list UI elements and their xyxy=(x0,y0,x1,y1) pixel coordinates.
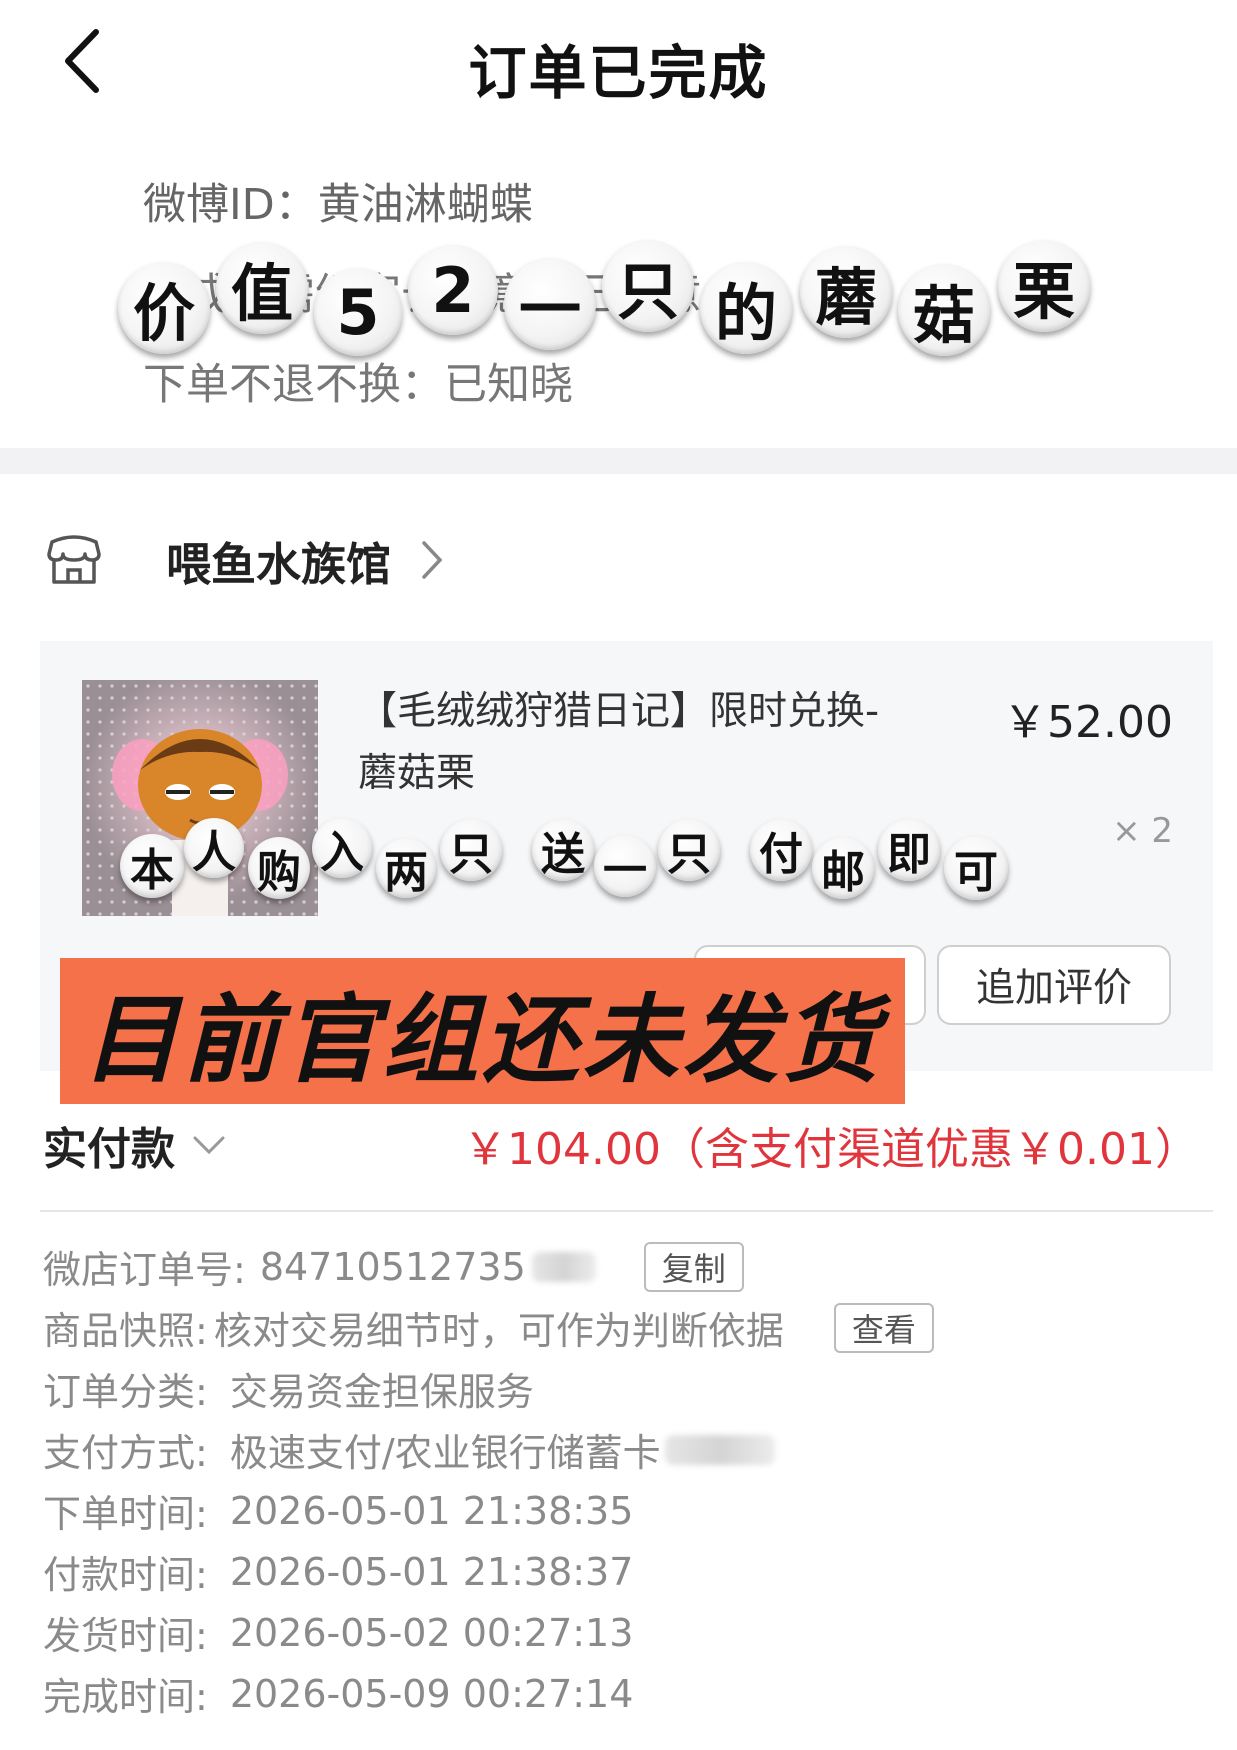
sticker-char: 5 xyxy=(314,268,402,356)
sticker-char: 值 xyxy=(216,242,308,334)
sticker-char: 本 xyxy=(120,834,184,898)
divider xyxy=(40,1210,1213,1212)
sticker-char: 两 xyxy=(376,838,436,898)
section-separator xyxy=(0,448,1237,474)
chevron-down-icon xyxy=(193,1136,225,1155)
category-label: 订单分类: xyxy=(43,1370,208,1414)
paid-amount-toggle[interactable]: 实付款 xyxy=(43,1113,227,1177)
paid-time-label: 付款时间: xyxy=(43,1553,208,1597)
paid-time-value: 2026-05-01 21:38:37 xyxy=(229,1549,634,1594)
store-icon xyxy=(47,535,101,584)
paid-time-row: 付款时间: 2026-05-01 21:38:37 xyxy=(43,1541,934,1602)
nav-bar: 订单已完成 xyxy=(0,0,1237,125)
sticker-char: 付 xyxy=(750,819,812,881)
sticker-char: 只 xyxy=(658,819,720,881)
sticker-char: 一 xyxy=(504,258,596,350)
snapshot-label: 商品快照: xyxy=(43,1309,208,1353)
order-number-label: 微店订单号: xyxy=(43,1248,246,1292)
sticker-char: 只 xyxy=(602,240,694,332)
view-snapshot-button[interactable]: 查看 xyxy=(833,1302,934,1353)
done-time-label: 完成时间: xyxy=(43,1675,208,1719)
order-time-row: 下单时间: 2026-05-01 21:38:35 xyxy=(43,1480,934,1541)
store-name[interactable]: 喂鱼水族馆 xyxy=(166,528,391,593)
sticker-char: 菇 xyxy=(898,264,990,356)
product-quantity: × 2 xyxy=(1112,811,1173,851)
sticker-char: 蘑 xyxy=(800,246,892,338)
sticker-caption-middle: 本人购入两只送一只付邮即可 xyxy=(120,818,1008,900)
order-time-value: 2026-05-01 21:38:35 xyxy=(229,1488,634,1533)
payment-method-value: 极速支付/农业银行储蓄卡 xyxy=(229,1431,661,1475)
page-title: 订单已完成 xyxy=(468,39,769,107)
sticker-caption-top: 价值52一只的蘑菇栗 xyxy=(118,240,1090,356)
sticker-char: 购 xyxy=(248,837,310,899)
sticker-char: 一 xyxy=(594,835,656,897)
category-value: 交易资金担保服务 xyxy=(229,1370,534,1414)
product-title[interactable]: 【毛绒绒狩猎日记】限时兑换-蘑菇栗 xyxy=(358,681,898,805)
shipping-status-banner: 目前官组还未发货 xyxy=(60,958,905,1104)
order-number-value: 84710512735 xyxy=(259,1244,526,1289)
snapshot-value: 核对交易细节时，可作为判断依据 xyxy=(213,1309,784,1353)
ship-time-label: 发货时间: xyxy=(43,1614,208,1658)
sticker-char: 栗 xyxy=(998,240,1090,332)
weibo-id: 微博ID：黄油淋蝴蝶 xyxy=(143,180,533,230)
sticker-char: 的 xyxy=(700,262,792,354)
sticker-char: 即 xyxy=(878,819,940,881)
payment-method-row: 支付方式: 极速支付/农业银行储蓄卡 xyxy=(43,1419,934,1480)
sticker-char: 邮 xyxy=(812,837,874,899)
banner-text: 目前官组还未发货 xyxy=(82,983,883,1096)
order-number-row: 微店订单号: 84710512735 复制 xyxy=(43,1236,934,1297)
order-details: 微店订单号: 84710512735 复制 商品快照: 核对交易细节时，可作为判… xyxy=(43,1236,934,1724)
redacted-mask xyxy=(664,1434,775,1465)
redacted-mask xyxy=(531,1251,596,1282)
sticker-char: 可 xyxy=(944,836,1008,900)
sticker-char: 2 xyxy=(408,245,498,335)
paid-amount: ￥104.00（含支付渠道优惠￥0.01） xyxy=(463,1124,1199,1175)
product-price: ￥52.00 xyxy=(1003,697,1173,748)
store-link[interactable]: 喂鱼水族馆 xyxy=(44,520,445,600)
chevron-right-icon xyxy=(422,541,443,579)
done-time-value: 2026-05-09 00:27:14 xyxy=(229,1671,634,1716)
category-row: 订单分类: 交易资金担保服务 xyxy=(43,1358,934,1419)
add-review-button[interactable]: 追加评价 xyxy=(937,945,1171,1025)
order-time-label: 下单时间: xyxy=(43,1492,208,1536)
payment-method-label: 支付方式: xyxy=(43,1431,208,1475)
sticker-char: 价 xyxy=(118,262,210,354)
ship-time-row: 发货时间: 2026-05-02 00:27:13 xyxy=(43,1602,934,1663)
sticker-char: 入 xyxy=(312,818,372,878)
no-refund-notice: 下单不退不换：已知晓 xyxy=(143,360,573,410)
snapshot-row: 商品快照: 核对交易细节时，可作为判断依据 查看 xyxy=(43,1297,934,1358)
sticker-char: 只 xyxy=(440,819,502,881)
sticker-char: 人 xyxy=(184,818,244,878)
sticker-char: 送 xyxy=(532,819,594,881)
paid-label: 实付款 xyxy=(43,1124,175,1175)
done-time-row: 完成时间: 2026-05-09 00:27:14 xyxy=(43,1663,934,1724)
copy-button[interactable]: 复制 xyxy=(643,1241,744,1292)
ship-time-value: 2026-05-02 00:27:13 xyxy=(229,1610,634,1655)
